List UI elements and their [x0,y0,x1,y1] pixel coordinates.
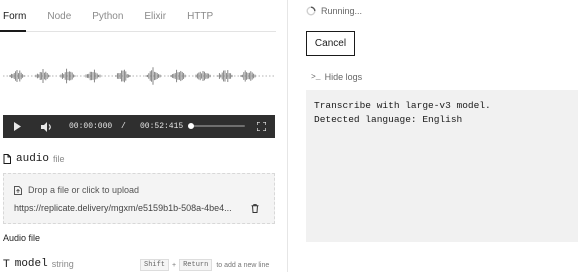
waveform-graphic [3,67,275,85]
run-status-text: Running... [321,6,363,16]
tab-python[interactable]: Python [89,9,123,33]
newline-hint-text: to add a new line [216,261,270,269]
volume-icon [41,121,51,132]
model-input-name: model [14,258,48,270]
key-plus: + [172,261,177,269]
tabs-divider [0,31,276,32]
tab-elixir[interactable]: Elixir [141,9,166,33]
time-separator: / [121,122,126,131]
audio-input-type: file [53,154,65,164]
run-status: Running... [306,6,362,16]
fullscreen-icon [256,122,266,131]
logs-output: Transcribe with large-v3 model. Detected… [306,90,578,242]
input-panel: Form Node Python Elixir HTTP 00:00:000 /… [0,0,287,272]
shift-key: Shift [140,259,170,271]
seek-handle[interactable] [188,123,194,129]
active-tab-indicator [0,30,26,32]
return-key: Return [179,259,213,271]
model-input-type: string [51,259,74,269]
current-time: 00:00:000 [69,122,113,131]
tab-node[interactable]: Node [44,9,71,33]
tab-bar: Form Node Python Elixir HTTP [0,9,276,33]
fullscreen-button[interactable] [253,115,269,138]
uploaded-file-url[interactable]: https://replicate.delivery/mgxm/e5159b1b… [14,203,244,213]
model-input-header: T model string [3,258,74,270]
hide-logs-toggle[interactable]: >_ Hide logs [311,72,362,82]
waveform [3,41,275,115]
audio-input-header: audio file [3,153,65,165]
audio-player[interactable]: 00:00:000 / 00:52:415 [3,41,275,138]
seek-bar[interactable] [189,125,245,127]
text-type-icon: T [3,258,10,270]
volume-button[interactable] [38,115,56,138]
cancel-button[interactable]: Cancel [306,31,355,56]
spinner-icon [306,6,316,16]
hide-logs-label: Hide logs [324,72,363,82]
terminal-icon: >_ [311,72,321,82]
panel-divider [287,0,288,272]
dropzone-text: Drop a file or click to upload [28,185,140,195]
newline-hint: Shift + Return to add a new line [140,259,269,271]
upload-icon [14,185,22,195]
duration: 00:52:415 [140,122,184,131]
audio-input-description: Audio file [3,233,41,243]
tab-http[interactable]: HTTP [184,9,213,33]
player-controls: 00:00:000 / 00:52:415 [3,115,275,138]
audio-input-name: audio [16,153,50,165]
audio-dropzone[interactable]: Drop a file or click to upload https://r… [3,173,275,224]
dropzone-prompt: Drop a file or click to upload [14,185,139,195]
uploaded-file-row: https://replicate.delivery/mgxm/e5159b1b… [14,203,269,213]
delete-icon[interactable] [251,203,259,213]
play-icon [14,122,21,131]
play-button[interactable] [9,115,25,138]
file-icon [3,154,11,164]
